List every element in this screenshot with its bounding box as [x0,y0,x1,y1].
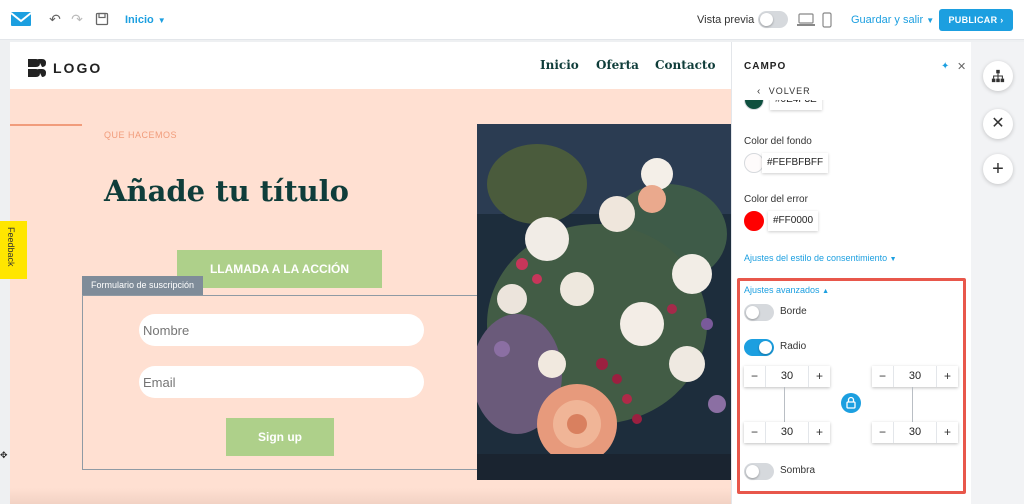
page-selector[interactable]: Inicio ▼ [125,14,166,26]
publish-button[interactable]: PUBLICAR › [939,9,1013,31]
error-color-swatch[interactable] [744,211,764,231]
chevron-up-icon: ▲ [822,288,829,295]
right-rail: ✕ + [971,42,1024,504]
name-field[interactable] [139,314,424,346]
properties-panel: CAMPO ✦ ✕ ‹ VOLVER #0E4F3E Color del fon… [731,42,971,504]
desktop-view-icon[interactable] [797,13,815,27]
page-canvas: LOGO Inicio Oferta Contacto QUE HACEMOS … [10,42,731,504]
sitemap-button[interactable] [983,61,1013,91]
add-icon: + [992,158,1004,180]
nav-item-oferta[interactable]: Oferta [596,58,639,72]
redo-icon[interactable]: ↷ [70,12,84,26]
flowers-image[interactable] [477,124,731,480]
chevron-left-icon: ‹ [757,86,761,97]
publish-label: PUBLICAR [948,15,998,25]
radius-link-line [912,387,913,422]
chevron-down-icon: ▼ [157,16,166,25]
save-icon[interactable] [95,12,109,26]
decrement-button[interactable]: − [872,366,893,387]
increment-button[interactable]: + [809,422,830,443]
cta-button[interactable]: LLAMADA A LA ACCIÓN [177,250,382,288]
consent-style-link[interactable]: Ajustes del estilo de consentimiento ▼ [744,253,897,263]
save-and-exit-button[interactable]: Guardar y salir ▼ [851,14,934,26]
color-swatch-text[interactable] [744,100,764,110]
radius-toggle[interactable] [744,339,774,356]
accent-line [10,124,82,126]
site-header[interactable]: LOGO Inicio Oferta Contacto [10,42,731,89]
sitemap-icon [991,69,1005,83]
increment-button[interactable]: + [937,422,958,443]
drag-handle-icon[interactable]: ✥ [0,450,8,461]
border-toggle[interactable] [744,304,774,321]
background-color-label: Color del fondo [744,136,812,147]
top-toolbar: ↶ ↷ Inicio ▼ Vista previa Guardar y salir… [0,0,1024,40]
email-field[interactable] [139,366,424,398]
mail-logo-icon[interactable] [10,11,32,27]
decrement-button[interactable]: − [744,422,765,443]
border-label: Borde [780,306,807,317]
radius-bottom-left-stepper[interactable]: − 30 + [744,422,830,443]
pin-icon[interactable]: ✦ [941,61,949,72]
mobile-view-icon[interactable] [822,12,832,28]
radius-top-left-stepper[interactable]: − 30 + [744,366,830,387]
canvas-bottom [10,488,731,504]
back-label: VOLVER [768,86,811,96]
decrement-button[interactable]: − [744,366,765,387]
close-icon: ✕ [991,115,1005,132]
save-and-exit-label: Guardar y salir [851,14,924,26]
nav-item-inicio[interactable]: Inicio [540,58,579,72]
advanced-settings-label: Ajustes avanzados [744,285,820,295]
radius-label: Radio [780,341,807,352]
shadow-toggle[interactable] [744,463,774,480]
site-logo-text: LOGO [53,60,103,76]
section-eyebrow[interactable]: QUE HACEMOS [104,130,177,140]
radius-bottom-left-value[interactable]: 30 [765,422,809,443]
consent-style-label: Ajustes del estilo de consentimiento [744,253,888,263]
add-button[interactable]: + [983,154,1013,184]
chevron-right-icon: › [1000,15,1004,25]
background-color-hex[interactable]: #FEFBFBFF [762,153,829,173]
radius-bottom-right-stepper[interactable]: − 30 + [872,422,958,443]
feedback-tab[interactable]: Feedback [0,221,27,279]
back-button[interactable]: ‹ VOLVER [757,81,811,99]
decrement-button[interactable]: − [872,422,893,443]
nav-item-contacto[interactable]: Contacto [655,58,715,72]
increment-button[interactable]: + [937,366,958,387]
radius-top-left-value[interactable]: 30 [765,366,809,387]
signup-button[interactable]: Sign up [226,418,334,456]
shadow-label: Sombra [780,465,816,476]
page-title[interactable]: Añade tu título [104,174,349,208]
page-selector-label: Inicio [125,14,154,26]
undo-icon[interactable]: ↶ [48,12,62,26]
error-color-label: Color del error [744,194,808,205]
feedback-label: Feedback [6,227,16,267]
radius-top-right-stepper[interactable]: − 30 + [872,366,958,387]
radius-link-line [784,387,785,422]
preview-label: Vista previa [697,14,755,26]
chevron-down-icon: ▼ [889,256,897,263]
radius-bottom-right-value[interactable]: 30 [893,422,937,443]
chevron-down-icon: ▼ [926,16,935,25]
close-icon[interactable]: ✕ [957,60,966,73]
background-color-swatch[interactable] [744,153,764,173]
lock-icon[interactable] [841,393,861,413]
hex-field-text[interactable]: #0E4F3E [770,100,822,110]
increment-button[interactable]: + [809,366,830,387]
scrolled-field: #0E4F3E [732,100,972,118]
radius-top-right-value[interactable]: 30 [893,366,937,387]
panel-title: CAMPO [744,61,787,72]
preview-toggle[interactable] [758,11,788,28]
error-color-hex[interactable]: #FF0000 [768,211,819,231]
advanced-settings-link[interactable]: Ajustes avanzados ▲ [744,285,829,295]
logo-mark-icon [28,59,46,77]
form-element-tag: Formulario de suscripción [82,276,204,295]
close-button[interactable]: ✕ [983,109,1013,139]
